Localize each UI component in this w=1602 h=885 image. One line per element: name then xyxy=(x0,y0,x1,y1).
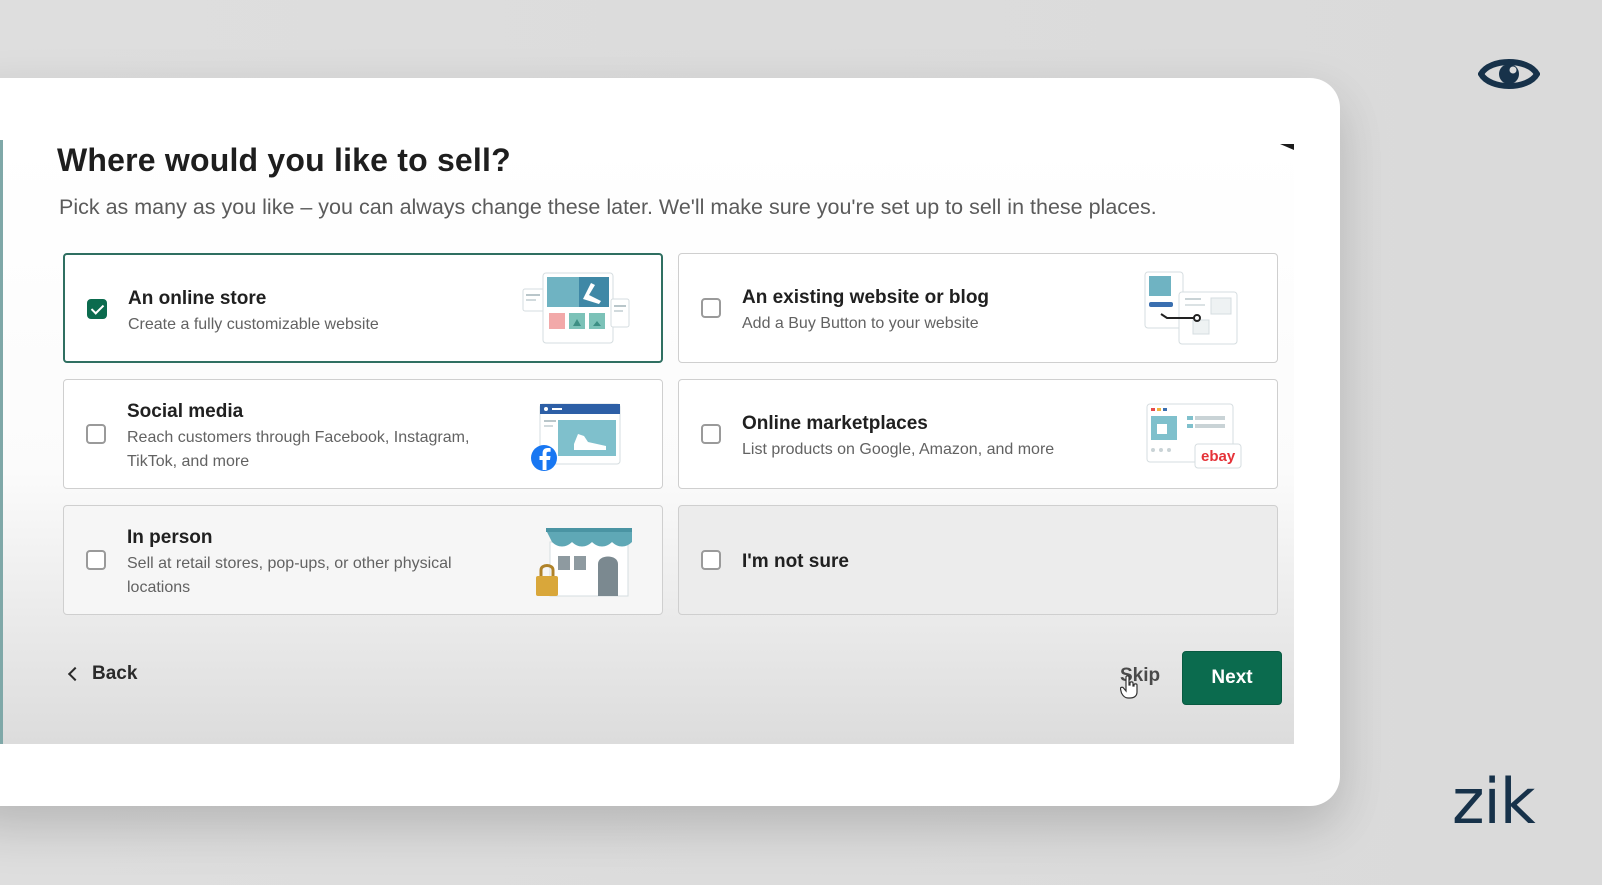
option-title: Online marketplaces xyxy=(742,413,928,434)
option-title: An existing website or blog xyxy=(742,287,990,308)
back-button[interactable]: Back xyxy=(67,663,138,685)
option-description: Sell at retail stores, pop-ups, or other… xyxy=(127,555,452,596)
option-not-sure[interactable]: I'm not sure xyxy=(678,505,1278,615)
option-description: Add a Buy Button to your website xyxy=(742,315,979,332)
online-store-checkbox[interactable] xyxy=(87,299,107,319)
sales-channel-options: An online store Create a fully customiza… xyxy=(63,253,1278,615)
website-blog-illustration xyxy=(1144,271,1238,345)
online-store-illustration xyxy=(522,272,630,344)
existing-website-checkbox[interactable] xyxy=(701,298,721,318)
not-sure-checkbox[interactable] xyxy=(701,550,721,570)
option-title: In person xyxy=(127,527,213,548)
video-frame: Where would you like to sell? Pick as ma… xyxy=(0,0,1602,885)
option-social-media[interactable]: Social media Reach customers through Fac… xyxy=(63,379,663,489)
option-title: Social media xyxy=(127,401,244,422)
storefront-illustration xyxy=(536,528,632,597)
next-button[interactable]: Next xyxy=(1182,651,1282,705)
corner-marker xyxy=(1280,144,1294,150)
option-title: I'm not sure xyxy=(742,551,849,572)
option-description: Create a fully customizable website xyxy=(128,316,379,333)
option-description: List products on Google, Amazon, and mor… xyxy=(742,441,1055,458)
chevron-left-icon xyxy=(67,666,83,682)
online-marketplaces-checkbox[interactable] xyxy=(701,424,721,444)
option-in-person[interactable]: In person Sell at retail stores, pop-ups… xyxy=(63,505,663,615)
brand-logo: zik xyxy=(1452,765,1536,838)
option-online-marketplaces[interactable]: Online marketplaces List products on Goo… xyxy=(678,379,1278,489)
option-existing-website[interactable]: An existing website or blog Add a Buy Bu… xyxy=(678,253,1278,363)
in-person-checkbox[interactable] xyxy=(86,550,106,570)
ebay-badge: ebay xyxy=(1201,448,1236,465)
hand-cursor-icon xyxy=(1120,675,1138,699)
social-media-checkbox[interactable] xyxy=(86,424,106,444)
marketplaces-illustration: ebay xyxy=(1146,403,1242,469)
option-online-store[interactable]: An online store Create a fully customiza… xyxy=(63,253,663,363)
back-label: Back xyxy=(92,663,138,684)
eye-icon xyxy=(1478,59,1540,89)
social-media-illustration xyxy=(531,403,621,471)
option-title: An online store xyxy=(128,288,267,309)
page-title: Where would you like to sell? xyxy=(57,142,511,178)
option-description: Reach customers through Facebook, Instag… xyxy=(127,429,470,470)
page-subtitle: Pick as many as you like – you can alway… xyxy=(59,195,1157,219)
